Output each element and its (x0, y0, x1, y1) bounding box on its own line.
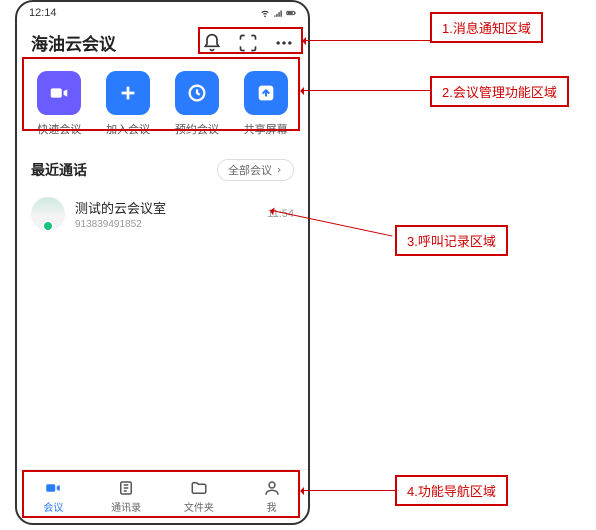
nav-contacts-icon (115, 479, 137, 497)
action-clock[interactable]: 预约会议 (163, 71, 232, 137)
more-icon[interactable] (274, 33, 294, 53)
nav-label: 文件夹 (184, 499, 214, 514)
callout-4: 4.功能导航区域 (395, 475, 508, 506)
callout-line-4 (302, 490, 395, 491)
action-label: 预约会议 (175, 121, 219, 137)
scan-icon[interactable] (238, 33, 258, 53)
call-list: 测试的云会议室91383949185211:54 (17, 187, 308, 469)
plus-icon (106, 71, 150, 115)
video-icon (37, 71, 81, 115)
nav-我[interactable]: 我 (235, 479, 308, 514)
clock-icon (175, 71, 219, 115)
nav-folder-icon (188, 479, 210, 497)
callout-2: 2.会议管理功能区域 (430, 76, 569, 107)
bell-icon[interactable] (202, 33, 222, 53)
nav-label: 通讯录 (111, 499, 141, 514)
filter-label: 全部会议 (228, 162, 272, 178)
nav-会议[interactable]: 会议 (17, 479, 90, 514)
action-label: 加入会议 (106, 121, 150, 137)
action-upload[interactable]: 共享屏幕 (231, 71, 300, 137)
header-actions (202, 33, 294, 53)
battery-icon (286, 8, 296, 18)
phone-frame: 12:14 海油云会议 快速会议 加入会议 预约会议 共享屏幕 最近通话 全部会议 (15, 0, 310, 525)
status-indicators (260, 8, 296, 18)
app-title: 海油云会议 (31, 30, 116, 55)
filter-all-meetings[interactable]: 全部会议 (217, 159, 294, 181)
nav-文件夹[interactable]: 文件夹 (163, 479, 236, 514)
action-video[interactable]: 快速会议 (25, 71, 94, 137)
nav-label: 我 (267, 499, 277, 514)
upload-icon (244, 71, 288, 115)
nav-label: 会议 (43, 499, 63, 514)
avatar (31, 197, 65, 231)
call-name: 测试的云会议室 (75, 198, 257, 217)
app-header: 海油云会议 (17, 24, 308, 65)
callout-3: 3.呼叫记录区域 (395, 225, 508, 256)
nav-me-icon (261, 479, 283, 497)
call-item[interactable]: 测试的云会议室91383949185211:54 (17, 187, 308, 241)
callout-line-1 (304, 40, 430, 41)
callout-1: 1.消息通知区域 (430, 12, 543, 43)
callout-line-2 (302, 90, 430, 91)
nav-通讯录[interactable]: 通讯录 (90, 479, 163, 514)
signal-icon (273, 8, 283, 18)
call-text: 测试的云会议室 913839491852 (75, 198, 257, 230)
action-label: 快速会议 (37, 121, 81, 137)
chevron-right-icon (275, 166, 283, 174)
status-time: 12:14 (29, 7, 57, 19)
call-sub: 913839491852 (75, 219, 257, 230)
wifi-icon (260, 8, 270, 18)
recent-title: 最近通话 (31, 160, 87, 180)
status-bar: 12:14 (17, 2, 308, 24)
quick-actions: 快速会议 加入会议 预约会议 共享屏幕 (17, 65, 308, 149)
action-label: 共享屏幕 (244, 121, 288, 137)
nav-video-icon (42, 479, 64, 497)
bottom-nav: 会议 通讯录 文件夹 我 (17, 469, 308, 523)
action-plus[interactable]: 加入会议 (94, 71, 163, 137)
recent-header: 最近通话 全部会议 (17, 149, 308, 187)
